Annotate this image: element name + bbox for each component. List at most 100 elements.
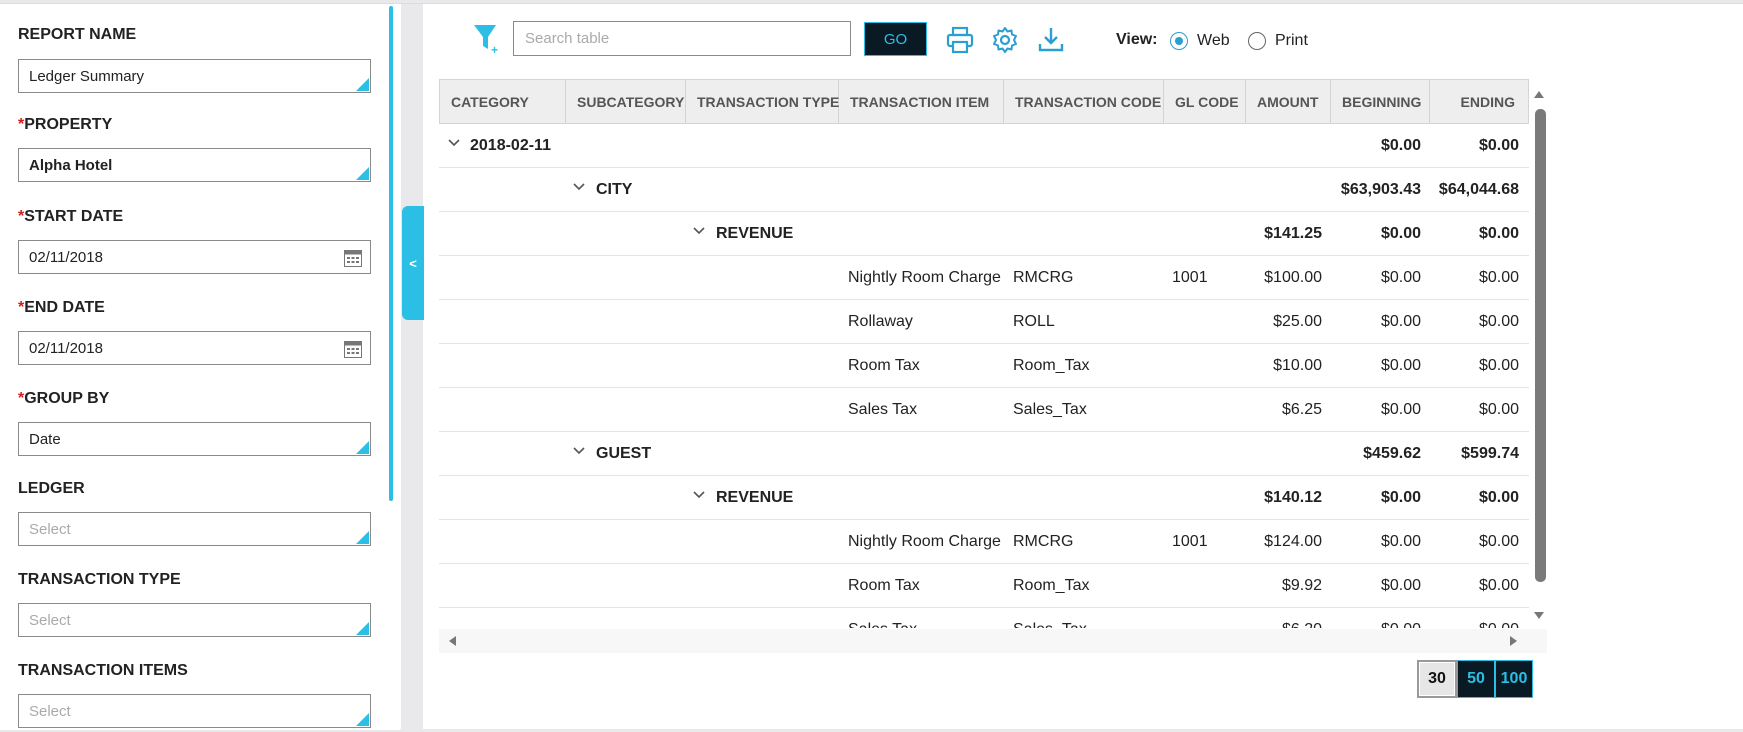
page-size-100[interactable]: 100 <box>1495 660 1533 698</box>
beginning-cell: $0.00 <box>1380 224 1421 242</box>
go-button[interactable]: GO <box>864 22 927 56</box>
column-beginning[interactable]: BEGINNING <box>1331 80 1430 123</box>
start-date-field[interactable]: 02/11/2018 <box>18 240 371 274</box>
table-row[interactable]: CITY $63,903.43 $64,044.68 <box>439 168 1529 212</box>
beginning-cell: $0.00 <box>1380 532 1421 550</box>
column-subcategory[interactable]: SUBCATEGORY <box>566 80 686 123</box>
view-web-radio[interactable] <box>1170 32 1188 50</box>
amount-cell: $9.92 <box>1281 576 1322 594</box>
item-cell: Sales Tax <box>848 400 918 418</box>
amount-cell: $140.12 <box>1264 488 1322 506</box>
page-size-30[interactable]: 30 <box>1417 660 1457 698</box>
transaction-items-select[interactable]: Select <box>18 694 371 728</box>
column-category[interactable]: CATEGORY <box>440 80 566 123</box>
scroll-right-icon[interactable] <box>1509 635 1519 647</box>
table-row[interactable]: GUEST $459.62 $599.74 <box>439 432 1529 476</box>
amount-cell: $6.20 <box>1245 608 1322 629</box>
start-date-label: *START DATE <box>18 208 124 225</box>
download-icon[interactable] <box>1037 26 1065 54</box>
calendar-icon[interactable] <box>344 340 362 358</box>
code-cell: ROLL <box>1013 312 1055 330</box>
table-row[interactable]: Sales Tax Sales_Tax $6.20 $0.00 $0.00 <box>439 608 1529 628</box>
beginning-cell: $0.00 <box>1380 400 1421 418</box>
ending-cell: $0.00 <box>1478 488 1519 506</box>
column-gl-code[interactable]: GL CODE <box>1164 80 1246 123</box>
horizontal-scrollbar[interactable] <box>439 629 1547 653</box>
app-frame: REPORT NAME Ledger Summary *PROPERTY Alp… <box>0 3 1743 730</box>
page-size-50[interactable]: 50 <box>1457 660 1495 698</box>
beginning-cell: $0.00 <box>1380 576 1421 594</box>
ending-cell: $0.00 <box>1478 136 1519 154</box>
gl-cell: 1001 <box>1172 268 1208 286</box>
ending-cell: $0.00 <box>1478 576 1519 594</box>
scroll-left-icon[interactable] <box>447 635 457 647</box>
table-row[interactable]: Sales Tax Sales_Tax $6.25 $0.00 $0.00 <box>439 388 1529 432</box>
table-row[interactable]: Nightly Room Charge RMCRG 1001 $100.00 $… <box>439 256 1529 300</box>
beginning-cell: $0.00 <box>1380 488 1421 506</box>
column-transaction-type[interactable]: TRANSACTION TYPE <box>686 80 839 123</box>
group-by-select[interactable]: Date <box>18 422 371 456</box>
view-web-label[interactable]: Web <box>1197 32 1230 50</box>
print-icon[interactable] <box>946 26 974 54</box>
end-date-field[interactable]: 02/11/2018 <box>18 331 371 365</box>
code-cell: Room_Tax <box>1013 576 1090 594</box>
table-row[interactable]: Room Tax Room_Tax $10.00 $0.00 $0.00 <box>439 344 1529 388</box>
chevron-down-icon[interactable] <box>447 138 461 148</box>
amount-cell: $141.25 <box>1264 224 1322 242</box>
column-ending[interactable]: ENDING <box>1430 80 1529 123</box>
beginning-cell: $0.00 <box>1380 356 1421 374</box>
group-by-label: *GROUP BY <box>18 390 110 407</box>
gear-icon[interactable] <box>991 26 1019 54</box>
ledger-table: CATEGORY SUBCATEGORY TRANSACTION TYPE TR… <box>439 79 1529 628</box>
code-cell: Sales_Tax <box>1013 400 1087 418</box>
vertical-scroll-thumb[interactable] <box>1535 109 1546 582</box>
ending-cell: $0.00 <box>1478 224 1519 242</box>
search-input[interactable] <box>513 21 851 56</box>
group-label: 2018-02-11 <box>470 136 551 154</box>
amount-cell: $10.00 <box>1273 356 1322 374</box>
view-print-label[interactable]: Print <box>1275 32 1308 50</box>
ending-cell: $0.00 <box>1478 268 1519 286</box>
item-cell: Sales Tax <box>848 608 917 629</box>
table-row[interactable]: REVENUE $140.12 $0.00 $0.00 <box>439 476 1529 520</box>
chevron-down-icon[interactable] <box>692 226 706 236</box>
chevron-down-icon[interactable] <box>572 182 586 192</box>
view-print-radio[interactable] <box>1248 32 1266 50</box>
ending-cell: $64,044.68 <box>1438 180 1519 198</box>
view-label: View: <box>1116 31 1158 48</box>
beginning-cell: $63,903.43 <box>1340 180 1421 198</box>
amount-cell: $25.00 <box>1273 312 1322 330</box>
filter-add-icon[interactable]: + <box>472 23 500 55</box>
column-transaction-item[interactable]: TRANSACTION ITEM <box>839 80 1004 123</box>
ending-cell: $0.00 <box>1478 312 1519 330</box>
beginning-cell: $0.00 <box>1380 136 1421 154</box>
chevron-down-icon[interactable] <box>572 446 586 456</box>
item-cell: Rollaway <box>848 312 913 330</box>
ending-cell: $599.74 <box>1461 444 1519 462</box>
table-row[interactable]: Room Tax Room_Tax $9.92 $0.00 $0.00 <box>439 564 1529 608</box>
calendar-icon[interactable] <box>344 249 362 267</box>
amount-cell: $124.00 <box>1264 532 1322 550</box>
table-row[interactable]: Nightly Room Charge RMCRG 1001 $124.00 $… <box>439 520 1529 564</box>
column-transaction-code[interactable]: TRANSACTION CODE <box>1004 80 1164 123</box>
column-amount[interactable]: AMOUNT <box>1246 80 1331 123</box>
transaction-type-select[interactable]: Select <box>18 603 371 637</box>
table-row[interactable]: REVENUE $141.25 $0.00 $0.00 <box>439 212 1529 256</box>
code-cell: Room_Tax <box>1013 356 1090 374</box>
ending-cell: $0.00 <box>1429 608 1519 629</box>
collapse-panel-button[interactable]: < <box>402 206 424 320</box>
table-row[interactable]: Rollaway ROLL $25.00 $0.00 $0.00 <box>439 300 1529 344</box>
report-name-select[interactable]: Ledger Summary <box>18 59 371 93</box>
property-select[interactable]: Alpha Hotel <box>18 148 371 182</box>
beginning-cell: $0.00 <box>1330 608 1421 629</box>
ledger-select[interactable]: Select <box>18 512 371 546</box>
code-cell: RMCRG <box>1013 532 1074 550</box>
chevron-down-icon[interactable] <box>692 490 706 500</box>
group-label: REVENUE <box>716 488 794 506</box>
table-row[interactable]: 2018-02-11 $0.00 $0.00 <box>439 124 1529 168</box>
sidebar-scrollbar[interactable] <box>389 6 393 501</box>
svg-text:+: + <box>491 43 498 55</box>
ending-cell: $0.00 <box>1478 356 1519 374</box>
item-cell: Nightly Room Charge <box>848 268 1001 286</box>
amount-cell: $6.25 <box>1281 400 1322 418</box>
